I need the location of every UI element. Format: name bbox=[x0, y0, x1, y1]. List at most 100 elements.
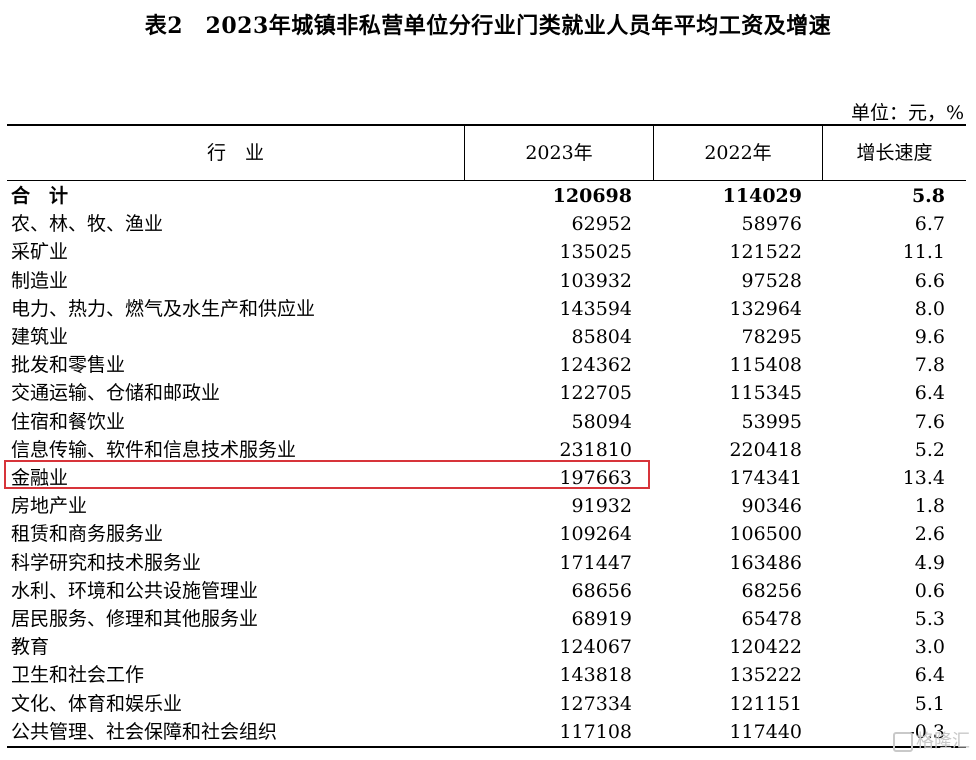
table-row: 采矿业 135025 121522 11.1 bbox=[0, 238, 976, 266]
table-header-rule bbox=[7, 180, 966, 181]
industry-cell: 建筑业 bbox=[11, 326, 69, 348]
industry-cell: 采矿业 bbox=[11, 241, 69, 264]
table-row: 制造业 103932 97528 6.6 bbox=[0, 267, 976, 295]
table-row: 卫生和社会工作 143818 135222 6.4 bbox=[0, 661, 976, 689]
table-row: 水利、环境和公共设施管理业 68656 68256 0.6 bbox=[0, 577, 976, 605]
value-2022-cell: 121151 bbox=[729, 692, 802, 715]
growth-cell: 13.4 bbox=[902, 467, 945, 489]
industry-cell: 电力、热力、燃气及水生产和供应业 bbox=[11, 297, 316, 320]
industry-cell: 农、林、牧、渔业 bbox=[11, 213, 164, 236]
industry-cell: 批发和零售业 bbox=[11, 354, 126, 377]
header-growth: 增长速度 bbox=[856, 142, 933, 164]
value-2023-cell: 85804 bbox=[571, 326, 632, 348]
value-2023-cell: 68656 bbox=[571, 579, 632, 602]
table-row: 建筑业 85804 78295 9.6 bbox=[0, 323, 976, 351]
growth-cell: 1.8 bbox=[914, 495, 945, 518]
value-2022-cell: 115345 bbox=[729, 382, 802, 405]
value-2022-cell: 115408 bbox=[729, 354, 802, 377]
industry-cell: 房地产业 bbox=[11, 495, 88, 518]
table-row: 住宿和餐饮业 58094 53995 7.6 bbox=[0, 408, 976, 436]
industry-cell: 科学研究和技术服务业 bbox=[11, 551, 202, 574]
value-2023-cell: 103932 bbox=[559, 269, 632, 292]
value-2022-cell: 53995 bbox=[741, 410, 802, 433]
industry-cell: 公共管理、社会保障和社会组织 bbox=[11, 720, 278, 743]
industry-cell: 租赁和商务服务业 bbox=[11, 523, 164, 546]
value-2022-cell: 174341 bbox=[729, 467, 802, 489]
table-row: 文化、体育和娱乐业 127334 121151 5.1 bbox=[0, 690, 976, 718]
value-2022-cell: 220418 bbox=[729, 438, 802, 461]
table-row: 批发和零售业 124362 115408 7.8 bbox=[0, 351, 976, 379]
value-2023-cell: 143594 bbox=[559, 297, 632, 320]
value-2022-cell: 68256 bbox=[741, 579, 802, 602]
value-2023-cell: 143818 bbox=[559, 664, 632, 687]
unit-label: 单位：元，% bbox=[850, 102, 964, 124]
growth-cell: 7.8 bbox=[914, 354, 945, 377]
watermark-text: 格隆汇 bbox=[916, 731, 970, 752]
value-2022-cell: 90346 bbox=[741, 495, 802, 518]
table-row: 电力、热力、燃气及水生产和供应业 143594 132964 8.0 bbox=[0, 295, 976, 323]
table-title: 表2 2023年城镇非私营单位分行业门类就业人员年平均工资及增速 bbox=[144, 13, 832, 39]
industry-cell: 教育 bbox=[11, 636, 50, 659]
growth-cell: 7.6 bbox=[914, 410, 945, 433]
value-2022-cell: 97528 bbox=[741, 269, 802, 292]
industry-cell: 水利、环境和公共设施管理业 bbox=[11, 579, 259, 602]
growth-cell: 11.1 bbox=[902, 241, 945, 264]
growth-cell: 0.6 bbox=[914, 579, 945, 602]
total-row: 合 计 120698 114029 5.8 bbox=[0, 182, 976, 210]
growth-cell: 8.0 bbox=[914, 297, 945, 320]
industry-cell: 文化、体育和娱乐业 bbox=[11, 692, 183, 715]
value-2023-cell: 58094 bbox=[571, 410, 632, 433]
table-bottom-rule bbox=[7, 746, 966, 748]
table-row: 房地产业 91932 90346 1.8 bbox=[0, 492, 976, 520]
value-2022-cell: 58976 bbox=[741, 213, 802, 236]
value-2023-cell: 91932 bbox=[571, 495, 632, 518]
table-row: 租赁和商务服务业 109264 106500 2.6 bbox=[0, 520, 976, 548]
table-row: 公共管理、社会保障和社会组织 117108 117440 -0.3 bbox=[0, 718, 976, 746]
growth-cell: 6.6 bbox=[914, 269, 945, 292]
growth-cell: 6.4 bbox=[914, 664, 945, 687]
value-2023-cell: 124362 bbox=[559, 354, 632, 377]
table-row: 居民服务、修理和其他服务业 68919 65478 5.3 bbox=[0, 605, 976, 633]
header-industry: 行 业 bbox=[206, 142, 264, 164]
header-2023: 2023年 bbox=[525, 142, 593, 164]
value-2022-cell: 121522 bbox=[729, 241, 802, 264]
value-2022-cell: 117440 bbox=[729, 720, 802, 743]
growth-cell: 9.6 bbox=[914, 326, 945, 348]
value-2022-cell: 132964 bbox=[729, 297, 802, 320]
value-2022-cell: 120422 bbox=[729, 636, 802, 659]
value-2022-cell: 114029 bbox=[722, 185, 802, 207]
header-2022: 2022年 bbox=[704, 142, 772, 164]
growth-cell: 5.2 bbox=[914, 438, 945, 461]
industry-cell: 住宿和餐饮业 bbox=[11, 410, 126, 433]
value-2022-cell: 135222 bbox=[729, 664, 802, 687]
watermark-logo-icon bbox=[893, 732, 913, 752]
industry-cell: 居民服务、修理和其他服务业 bbox=[11, 608, 259, 630]
watermark: 格隆汇 bbox=[893, 727, 970, 753]
growth-cell: 3.0 bbox=[914, 636, 945, 659]
table-row: 教育 124067 120422 3.0 bbox=[0, 633, 976, 661]
industry-cell: 交通运输、仓储和邮政业 bbox=[11, 382, 221, 405]
value-2023-cell: 68919 bbox=[571, 608, 632, 630]
value-2023-cell: 127334 bbox=[559, 692, 632, 715]
growth-cell: 6.4 bbox=[914, 382, 945, 405]
growth-cell: 5.8 bbox=[911, 185, 945, 207]
growth-cell: 5.1 bbox=[914, 692, 945, 715]
value-2022-cell: 78295 bbox=[741, 326, 802, 348]
value-2022-cell: 65478 bbox=[741, 608, 802, 630]
value-2022-cell: 106500 bbox=[729, 523, 802, 546]
value-2023-cell: 171447 bbox=[559, 551, 632, 574]
value-2023-cell: 62952 bbox=[571, 213, 632, 236]
value-2023-cell: 124067 bbox=[559, 636, 632, 659]
value-2023-cell: 117108 bbox=[559, 720, 632, 743]
value-2023-cell: 109264 bbox=[559, 523, 632, 546]
table-row: 交通运输、仓储和邮政业 122705 115345 6.4 bbox=[0, 379, 976, 407]
industry-cell: 制造业 bbox=[11, 269, 69, 292]
table-row: 科学研究和技术服务业 171447 163486 4.9 bbox=[0, 549, 976, 577]
growth-cell: 6.7 bbox=[914, 213, 945, 236]
industry-cell: 合 计 bbox=[11, 185, 69, 207]
growth-cell: 2.6 bbox=[914, 523, 945, 546]
table-row: 农、林、牧、渔业 62952 58976 6.7 bbox=[0, 210, 976, 238]
highlight-box bbox=[4, 460, 650, 489]
value-2023-cell: 122705 bbox=[559, 382, 632, 405]
growth-cell: 4.9 bbox=[914, 551, 945, 574]
